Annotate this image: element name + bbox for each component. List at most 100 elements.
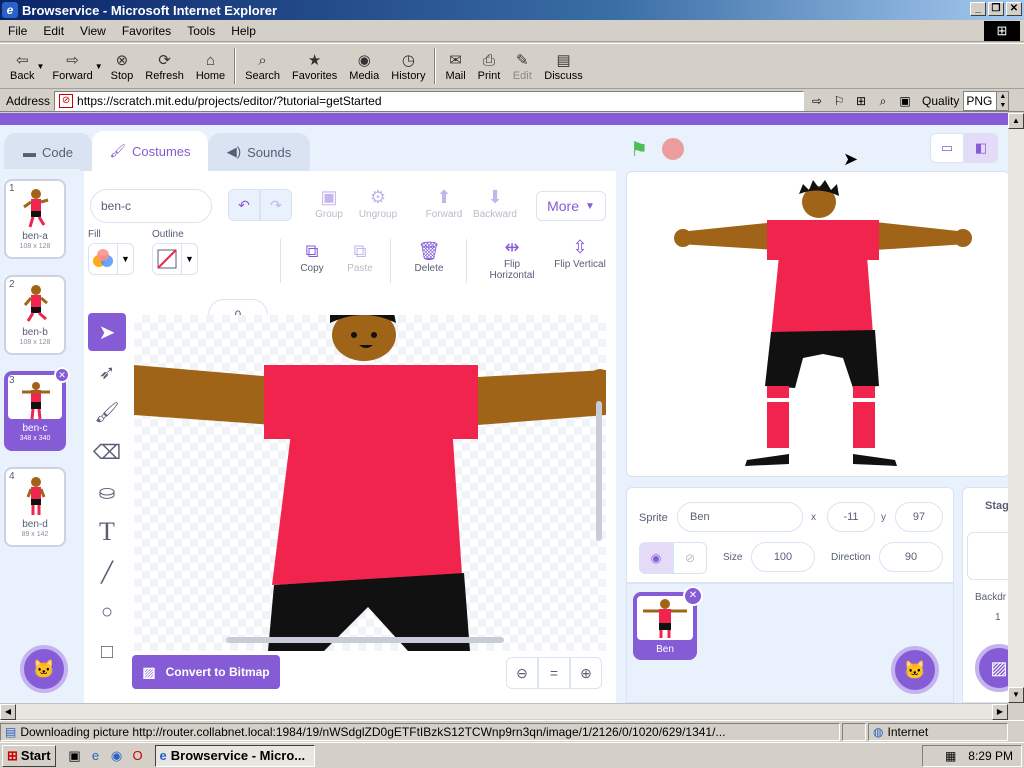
tab-code[interactable]: ▬ Code (4, 133, 92, 171)
brush-tool[interactable]: 🖌 (88, 393, 126, 431)
close-button[interactable]: ✕ (1006, 2, 1022, 16)
stop-button[interactable]: ⊗ Stop (105, 44, 140, 88)
small-stage-button[interactable]: ▭ (930, 133, 964, 163)
show-sprite-button[interactable]: ◉ (639, 542, 673, 574)
costume-tile[interactable]: 4 ben-d 89 x 142 (4, 467, 66, 547)
direction-input[interactable]: 90 (879, 542, 943, 572)
text-tool[interactable]: T (88, 513, 126, 551)
canvas-vertical-scrollbar[interactable] (596, 401, 602, 541)
menu-favorites[interactable]: Favorites (114, 24, 179, 38)
costume-tile-selected[interactable]: 3 ben-c 348 x 340 ✕ (4, 367, 70, 451)
sprite-name-input[interactable]: Ben (677, 502, 803, 532)
green-flag-icon[interactable]: ⚑ (630, 137, 652, 161)
forward-layer-button[interactable]: ⬆ Forward (422, 187, 466, 220)
network-icon[interactable]: ▦ (945, 749, 956, 763)
find-icon[interactable]: ⌕ (874, 92, 892, 110)
flip-horizontal-button[interactable]: ⇹ Flip Horizontal (482, 237, 542, 281)
scroll-up-icon[interactable]: ▲ (1008, 113, 1024, 129)
paint-canvas[interactable] (134, 315, 606, 651)
outline-color-picker[interactable]: ▼ (152, 243, 198, 275)
back-dropdown-icon[interactable]: ▼ (36, 62, 44, 71)
delete-sprite-icon[interactable]: ✕ (683, 586, 703, 606)
group-button[interactable]: ▣ Group (308, 187, 350, 220)
address-input[interactable]: ⊘ https://scratch.mit.edu/projects/edito… (54, 90, 805, 111)
x-position-input[interactable]: -11 (827, 502, 875, 532)
hide-sprite-button[interactable]: ⊘ (673, 542, 707, 574)
ie-quicklaunch-icon[interactable]: e (87, 747, 105, 765)
size-input[interactable]: 100 (751, 542, 815, 572)
horizontal-scrollbar[interactable]: ◀ ▶ (0, 703, 1008, 720)
paste-button[interactable]: ⧉ Paste (340, 241, 380, 274)
normal-stage-button[interactable]: ◧ (964, 133, 998, 163)
stop-sign-icon[interactable] (662, 138, 684, 160)
go-arrow-icon[interactable]: ⇨ (808, 92, 826, 110)
forward-dropdown-icon[interactable]: ▼ (95, 62, 103, 71)
history-button[interactable]: ◷ History (385, 44, 431, 88)
refresh-button[interactable]: ⟳ Refresh (139, 44, 190, 88)
reshape-tool[interactable]: ➶ (88, 353, 126, 391)
line-tool[interactable]: ╱ (88, 553, 126, 591)
ungroup-button[interactable]: ⚙ Ungroup (354, 187, 402, 220)
stage-canvas[interactable] (626, 171, 1008, 477)
menu-tools[interactable]: Tools (179, 24, 223, 38)
zoom-icon[interactable]: ⊞ (852, 92, 870, 110)
undo-button[interactable]: ↶ (228, 189, 260, 221)
minimize-button[interactable]: _ (970, 2, 986, 16)
flip-vertical-button[interactable]: ⇳ Flip Vertical (554, 237, 606, 270)
costume-name-input[interactable]: ben-c (90, 189, 212, 223)
choose-backdrop-button[interactable]: ▨ (975, 644, 1008, 692)
fill-color-picker[interactable]: ▼ (88, 243, 134, 275)
scroll-left-icon[interactable]: ◀ (0, 704, 16, 720)
edit-button[interactable]: ✎ Edit (506, 44, 538, 88)
menu-help[interactable]: Help (223, 24, 264, 38)
copy-button[interactable]: ⧉ Copy (292, 241, 332, 274)
print-button[interactable]: ⎙ Print (472, 44, 507, 88)
delete-button[interactable]: 🗑 Delete (408, 241, 450, 274)
choose-sprite-button[interactable]: 🐱 (891, 646, 939, 694)
redo-button[interactable]: ↷ (260, 189, 292, 221)
favorites-button[interactable]: ★ Favorites (286, 44, 343, 88)
zoom-out-button[interactable]: ⊖ (506, 657, 538, 689)
tab-costumes[interactable]: 🖌 Costumes (92, 131, 208, 171)
search-button[interactable]: ⌕ Search (239, 44, 286, 88)
y-position-input[interactable]: 97 (895, 502, 943, 532)
vertical-scrollbar[interactable]: ▲ ▼ (1008, 113, 1024, 703)
scroll-down-icon[interactable]: ▼ (1008, 687, 1024, 703)
forward-button[interactable]: ⇨ Forward (46, 44, 98, 88)
taskbar-window-browservice[interactable]: e Browservice - Micro... (154, 744, 315, 767)
start-button[interactable]: ⊞ Start (2, 744, 56, 767)
bookmark-icon[interactable]: ⚐ (830, 92, 848, 110)
backward-layer-button[interactable]: ⬇ Backward (470, 187, 520, 220)
rectangle-tool[interactable]: □ (88, 633, 126, 671)
discuss-button[interactable]: ▤ Discuss (538, 44, 589, 88)
clipboard-icon[interactable]: ▣ (896, 92, 914, 110)
quality-select[interactable]: PNG ▲ ▼ (963, 90, 1010, 111)
back-button[interactable]: ⇦ Back (4, 44, 40, 88)
delete-costume-icon[interactable]: ✕ (54, 367, 70, 383)
eraser-tool[interactable]: ⌫ (88, 433, 126, 471)
canvas-horizontal-scrollbar[interactable] (226, 637, 504, 643)
costume-tile[interactable]: 2 ben-b 108 x 128 (4, 275, 66, 355)
menu-edit[interactable]: Edit (35, 24, 72, 38)
maximize-button[interactable]: ❐ (988, 2, 1004, 16)
menu-view[interactable]: View (72, 24, 114, 38)
zoom-in-button[interactable]: ⊕ (570, 657, 602, 689)
circle-tool[interactable]: ○ (88, 593, 126, 631)
select-tool[interactable]: ➤ (88, 313, 126, 351)
home-button[interactable]: ⌂ Home (190, 44, 231, 88)
convert-to-bitmap-button[interactable]: ▨ Convert to Bitmap (132, 655, 280, 689)
costume-tile[interactable]: 1 ben-a 108 x 128 (4, 179, 66, 259)
zoom-reset-button[interactable]: = (538, 657, 570, 689)
choose-costume-button[interactable]: 🐱 (20, 645, 68, 693)
mail-button[interactable]: ✉ Mail (439, 44, 471, 88)
scroll-right-icon[interactable]: ▶ (992, 704, 1008, 720)
stage-thumbnail[interactable] (967, 532, 1008, 580)
media-button[interactable]: ◉ Media (343, 44, 385, 88)
opera-quicklaunch-icon[interactable]: O (129, 747, 147, 765)
menu-file[interactable]: File (0, 24, 35, 38)
sprite-tile-ben[interactable]: Ben ✕ (633, 586, 703, 660)
tab-sounds[interactable]: ◀) Sounds (208, 133, 310, 171)
explorer-quicklaunch-icon[interactable]: ◉ (108, 747, 126, 765)
show-desktop-icon[interactable]: ▣ (66, 747, 84, 765)
more-button[interactable]: More ▼ (536, 191, 606, 221)
